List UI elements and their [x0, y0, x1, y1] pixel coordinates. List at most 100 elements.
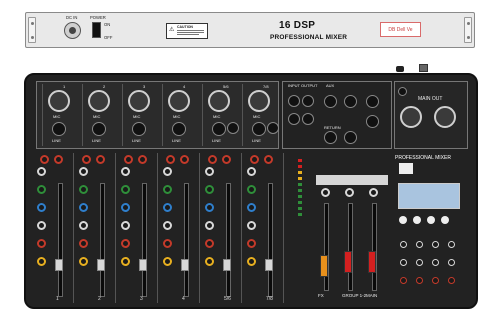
strip-knob-5[interactable]: [79, 239, 88, 248]
master-knob[interactable]: [416, 277, 423, 284]
master-fader-cap[interactable]: [320, 255, 328, 277]
strip-knob-3[interactable]: [121, 203, 130, 212]
io-jack-3[interactable]: [288, 113, 300, 125]
strip-knob-4[interactable]: [163, 221, 172, 230]
strip-knob-4[interactable]: [37, 221, 46, 230]
group-out-jack[interactable]: [366, 115, 379, 128]
channel-fader-cap[interactable]: [265, 259, 273, 271]
io-jack-2[interactable]: [302, 95, 314, 107]
strip-knob-6[interactable]: [79, 257, 88, 266]
gain-knob[interactable]: [166, 155, 175, 164]
strip-knob-3[interactable]: [163, 203, 172, 212]
mic-xlr-input[interactable]: [48, 90, 70, 112]
strip-knob-1[interactable]: [163, 167, 172, 176]
gain-knob-2[interactable]: [138, 155, 147, 164]
master-knob[interactable]: [400, 241, 407, 248]
line-jack-input-right[interactable]: [227, 122, 239, 134]
strip-knob-6[interactable]: [247, 257, 256, 266]
fx-knob[interactable]: [345, 188, 354, 197]
main-out-xlr-right[interactable]: [434, 106, 456, 128]
strip-knob-2[interactable]: [163, 185, 172, 194]
strip-knob-5[interactable]: [37, 239, 46, 248]
strip-knob-1[interactable]: [79, 167, 88, 176]
fuse-holder[interactable]: [419, 64, 428, 72]
gain-knob[interactable]: [208, 155, 217, 164]
master-knob[interactable]: [416, 259, 423, 266]
mic-xlr-input[interactable]: [128, 90, 150, 112]
channel-fader-cap[interactable]: [55, 259, 63, 271]
gain-knob-2[interactable]: [180, 155, 189, 164]
dsp-button-3[interactable]: [427, 216, 435, 224]
master-knob[interactable]: [400, 259, 407, 266]
master-knob[interactable]: [448, 259, 455, 266]
strip-knob-4[interactable]: [205, 221, 214, 230]
channel-fader-cap[interactable]: [97, 259, 105, 271]
fx-knob[interactable]: [369, 188, 378, 197]
return-jack-2[interactable]: [344, 131, 357, 144]
strip-knob-6[interactable]: [163, 257, 172, 266]
mic-xlr-input[interactable]: [208, 90, 230, 112]
strip-knob-1[interactable]: [247, 167, 256, 176]
strip-knob-6[interactable]: [121, 257, 130, 266]
strip-knob-1[interactable]: [121, 167, 130, 176]
strip-knob-2[interactable]: [205, 185, 214, 194]
master-knob[interactable]: [448, 277, 455, 284]
strip-knob-4[interactable]: [79, 221, 88, 230]
gain-knob[interactable]: [82, 155, 91, 164]
channel-fader-cap[interactable]: [181, 259, 189, 271]
master-knob[interactable]: [432, 277, 439, 284]
channel-fader-cap[interactable]: [223, 259, 231, 271]
line-jack-input[interactable]: [132, 122, 146, 136]
power-switch[interactable]: [92, 22, 101, 38]
gain-knob[interactable]: [124, 155, 133, 164]
dsp-button-4[interactable]: [441, 216, 449, 224]
master-knob[interactable]: [400, 277, 407, 284]
strip-knob-3[interactable]: [247, 203, 256, 212]
gain-knob-2[interactable]: [222, 155, 231, 164]
strip-knob-5[interactable]: [247, 239, 256, 248]
strip-knob-5[interactable]: [121, 239, 130, 248]
master-fader-cap[interactable]: [344, 251, 352, 273]
dsp-button-2[interactable]: [413, 216, 421, 224]
channel-fader-cap[interactable]: [139, 259, 147, 271]
line-jack-input[interactable]: [92, 122, 106, 136]
master-fader-cap[interactable]: [368, 251, 376, 273]
master-knob[interactable]: [432, 259, 439, 266]
mic-xlr-input[interactable]: [168, 90, 190, 112]
return-jack-1[interactable]: [324, 131, 337, 144]
aux-jack-3[interactable]: [366, 95, 379, 108]
line-jack-input[interactable]: [252, 122, 266, 136]
line-jack-input-right[interactable]: [267, 122, 279, 134]
strip-knob-1[interactable]: [205, 167, 214, 176]
gain-knob[interactable]: [250, 155, 259, 164]
gain-knob[interactable]: [40, 155, 49, 164]
aux-jack-1[interactable]: [324, 95, 337, 108]
strip-knob-2[interactable]: [121, 185, 130, 194]
io-jack-1[interactable]: [288, 95, 300, 107]
strip-knob-2[interactable]: [247, 185, 256, 194]
line-jack-input[interactable]: [52, 122, 66, 136]
mic-xlr-input[interactable]: [88, 90, 110, 112]
strip-knob-3[interactable]: [205, 203, 214, 212]
dsp-button-1[interactable]: [399, 216, 407, 224]
master-knob[interactable]: [448, 241, 455, 248]
gain-knob-2[interactable]: [96, 155, 105, 164]
strip-knob-2[interactable]: [79, 185, 88, 194]
strip-knob-5[interactable]: [163, 239, 172, 248]
io-jack-4[interactable]: [302, 113, 314, 125]
line-jack-input[interactable]: [212, 122, 226, 136]
strip-knob-6[interactable]: [37, 257, 46, 266]
gain-knob-2[interactable]: [54, 155, 63, 164]
strip-knob-3[interactable]: [79, 203, 88, 212]
power-connector[interactable]: [396, 66, 404, 72]
aux-jack-2[interactable]: [344, 95, 357, 108]
mic-xlr-input[interactable]: [248, 90, 270, 112]
strip-knob-4[interactable]: [121, 221, 130, 230]
main-out-xlr-left[interactable]: [400, 106, 422, 128]
strip-knob-6[interactable]: [205, 257, 214, 266]
fx-knob[interactable]: [321, 188, 330, 197]
line-jack-input[interactable]: [172, 122, 186, 136]
gain-knob-2[interactable]: [264, 155, 273, 164]
phones-jack[interactable]: [398, 87, 407, 96]
master-knob[interactable]: [432, 241, 439, 248]
